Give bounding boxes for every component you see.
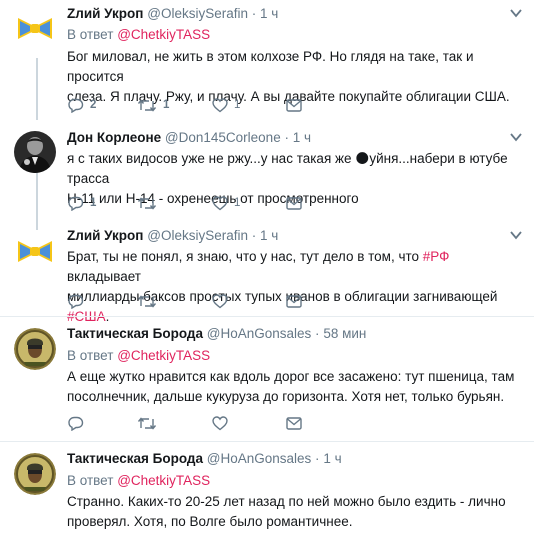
reply-prefix: В ответ [67, 473, 114, 488]
text-segment: вкладывает [67, 269, 141, 284]
like-button[interactable]: 1 [212, 97, 240, 113]
retweet-button[interactable]: 1 [137, 97, 169, 113]
reply-count: 1 [90, 197, 97, 209]
heart-icon [212, 97, 228, 112]
retweet-icon [137, 416, 157, 430]
reply-icon [68, 416, 84, 431]
tweet-text-line: Брат, ты не понял, я знаю, что у нас, ту… [67, 247, 522, 287]
chevron-down-icon[interactable] [510, 5, 522, 23]
hashtag-link[interactable]: #РФ [423, 249, 450, 264]
envelope-icon [286, 294, 302, 308]
like-count: 1 [234, 197, 241, 209]
author-name[interactable]: Дон Корлеоне [67, 130, 161, 145]
reply-button[interactable]: 1 [67, 195, 96, 211]
separator-dot: · [284, 130, 289, 145]
retweet-icon [137, 196, 157, 210]
reply-button[interactable]: 2 [67, 97, 96, 113]
tweet[interactable]: Zлий Укроп @OleksiySerafin · 1 ч В ответ… [0, 0, 534, 120]
heart-icon [212, 293, 228, 308]
envelope-icon [286, 98, 302, 112]
tweet-text-line: Бог миловал, не жить в этом колхозе РФ. … [67, 49, 474, 84]
avatar[interactable] [14, 7, 56, 49]
reply-button[interactable] [67, 415, 84, 431]
timestamp[interactable]: 1 ч [293, 130, 311, 145]
heart-icon [212, 195, 228, 210]
reply-button[interactable] [67, 293, 84, 309]
direct-message-button[interactable] [286, 195, 302, 211]
tweet-text-line: А еще жутко нравится как вдоль дорог все… [67, 369, 515, 384]
bearded-soldier-avatar-icon [14, 453, 56, 495]
direct-message-button[interactable] [286, 415, 302, 431]
tweet-text: А еще жутко нравится как вдоль дорог все… [67, 367, 522, 407]
reply-prefix: В ответ [67, 348, 114, 363]
retweet-button[interactable] [137, 293, 157, 309]
chevron-down-icon[interactable] [510, 129, 522, 147]
tweet-text-line: я с таких видосов уже не ржу...у нас так… [67, 151, 508, 186]
retweet-count: 1 [163, 99, 170, 111]
corleone-avatar-icon [14, 131, 56, 173]
tweet-text-line: Странно. Каких-то 20-25 лет назад по ней… [67, 494, 506, 509]
author-name[interactable]: Zлий Укроп [67, 228, 143, 243]
tweet[interactable]: Дон Корлеоне @Don145Corleone · 1 ч я с т… [0, 120, 534, 216]
like-button[interactable] [212, 293, 228, 309]
like-button[interactable]: 1 [212, 195, 240, 211]
author-handle[interactable]: @OleksiySerafin [147, 228, 248, 243]
tweet-text-line: посолнечник, дальше кукуруза до горизонт… [67, 389, 505, 404]
like-button[interactable] [212, 415, 228, 431]
author-name[interactable]: Тактическая Борода [67, 326, 203, 341]
avatar[interactable] [14, 328, 56, 370]
like-count: 1 [234, 99, 241, 111]
author-name[interactable]: Тактическая Борода [67, 451, 203, 466]
timestamp[interactable]: 58 мин [323, 326, 366, 341]
tweet[interactable]: Тактическая Борода @HoAnGonsales · 1 ч В… [0, 442, 534, 538]
separator-dot: · [251, 6, 257, 21]
text-segment: Брат, ты не понял, я знаю, что у нас, ту… [67, 249, 423, 264]
envelope-icon [286, 416, 302, 430]
tweet[interactable]: Тактическая Борода @HoAnGonsales · 58 ми… [0, 317, 534, 441]
reply-count: 2 [90, 99, 97, 111]
bowtie-avatar-icon [14, 230, 56, 272]
author-name[interactable]: Zлий Укроп [67, 6, 143, 21]
envelope-icon [286, 196, 302, 210]
reply-mention-link[interactable]: @ChetkiyTASS [117, 348, 210, 363]
tweet-text-line: проверял. Хотя, по Волге было романтичне… [67, 514, 353, 529]
reply-mention-link[interactable]: @ChetkiyTASS [117, 473, 210, 488]
tweet-text: Брат, ты не понял, я знаю, что у нас, ту… [67, 247, 522, 327]
timestamp[interactable]: 1 ч [323, 451, 341, 466]
bowtie-avatar-icon [14, 7, 56, 49]
timestamp[interactable]: 1 ч [260, 228, 278, 243]
reply-mention-link[interactable]: @ChetkiyTASS [117, 27, 210, 42]
retweet-icon [137, 98, 157, 112]
tweet-text: Странно. Каких-то 20-25 лет назад по ней… [67, 492, 522, 532]
reply-icon [68, 196, 84, 211]
direct-message-button[interactable] [286, 97, 302, 113]
bearded-soldier-avatar-icon [14, 328, 56, 370]
retweet-button[interactable] [137, 415, 157, 431]
reply-icon [68, 294, 84, 309]
author-handle[interactable]: @Don145Corleone [165, 130, 281, 145]
retweet-button[interactable] [137, 195, 157, 211]
retweet-icon [137, 294, 157, 308]
separator-dot: · [315, 451, 320, 466]
tweet[interactable]: Zлий Укроп @OleksiySerafin · 1 ч Брат, т… [0, 216, 534, 324]
author-handle[interactable]: @OleksiySerafin [147, 6, 248, 21]
avatar[interactable] [14, 230, 56, 272]
direct-message-button[interactable] [286, 293, 302, 309]
reply-icon [68, 98, 84, 113]
author-handle[interactable]: @HoAnGonsales [207, 326, 312, 341]
chevron-down-icon[interactable] [510, 227, 522, 245]
heart-icon [212, 415, 228, 430]
avatar[interactable] [14, 131, 56, 173]
reply-prefix: В ответ [67, 27, 114, 42]
author-handle[interactable]: @HoAnGonsales [207, 451, 312, 466]
avatar[interactable] [14, 453, 56, 495]
separator-dot: · [251, 228, 257, 243]
timestamp[interactable]: 1 ч [260, 6, 278, 21]
separator-dot: · [315, 326, 320, 341]
